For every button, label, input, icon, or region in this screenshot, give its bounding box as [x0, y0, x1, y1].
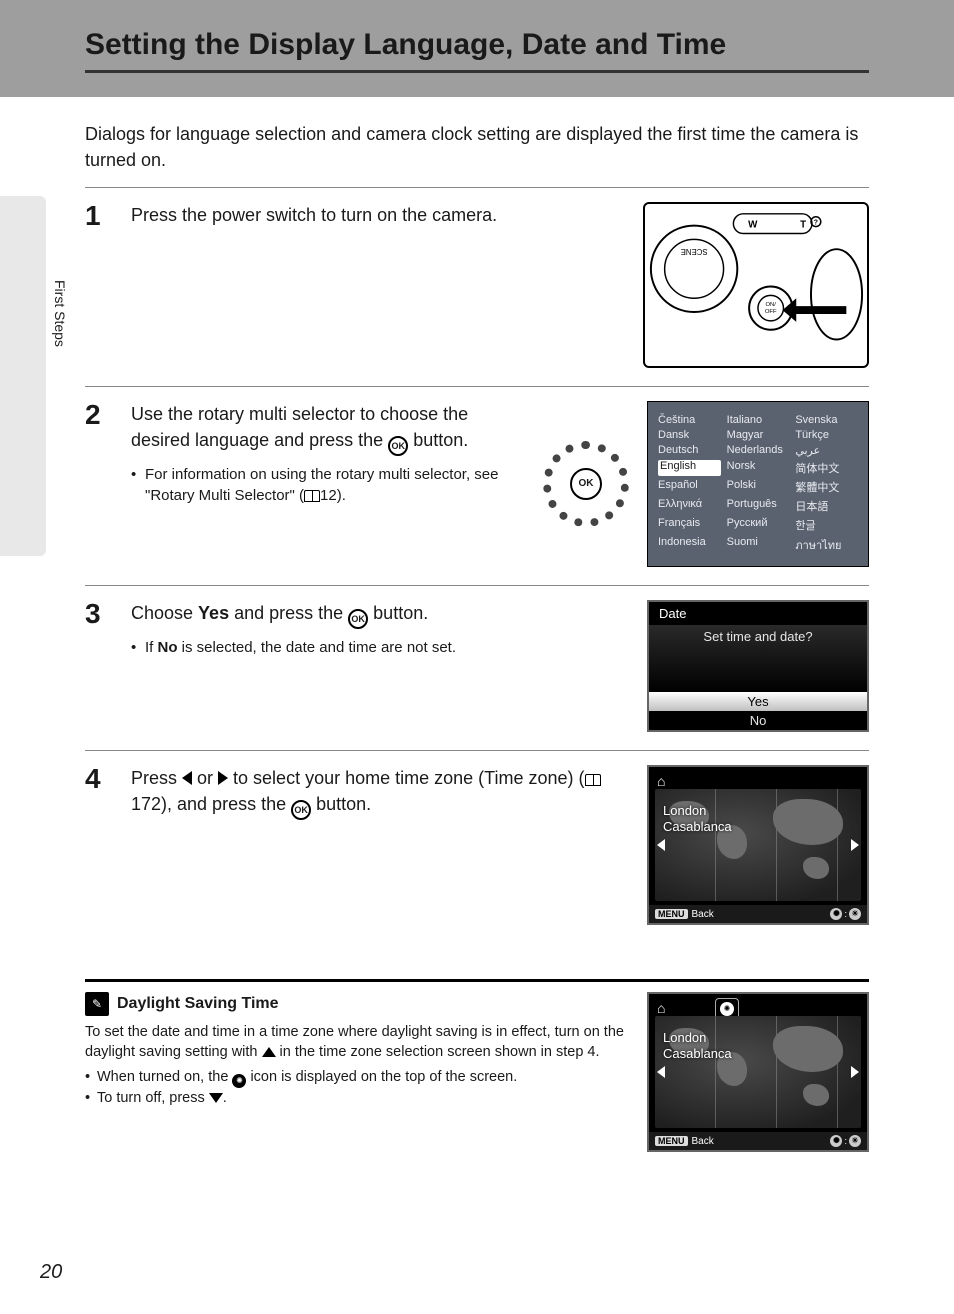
date-screen-yes: Yes: [649, 692, 867, 711]
timezone-screen: ⌂ London Casablanca MENU Back ✺:☀: [647, 765, 869, 925]
language-option: Magyar: [727, 429, 790, 441]
language-option: Norsk: [727, 460, 790, 476]
note-bullet-2: To turn off, press .: [85, 1088, 629, 1109]
svg-text:ON/: ON/: [765, 302, 776, 308]
side-tab: [0, 196, 46, 556]
menu-badge: MENU: [655, 909, 688, 919]
language-option: 한글: [795, 517, 858, 533]
svg-text:T: T: [800, 220, 806, 231]
language-option: 简体中文: [795, 460, 858, 476]
dst-icon: ✺: [232, 1074, 246, 1088]
camera-top-illustration: SCENE ON/ OFF W T ?: [643, 202, 869, 368]
language-option: ภาษาไทย: [795, 536, 858, 554]
tz-back-label: Back: [692, 909, 831, 920]
step-3-text: Choose Yes and press the OK button.: [131, 600, 635, 629]
home-icon: ⌂: [657, 1000, 665, 1016]
tz-city-1: London: [663, 803, 706, 818]
language-option: Türkçe: [795, 429, 858, 441]
page-number: 20: [40, 1261, 62, 1284]
language-option: Suomi: [727, 536, 790, 554]
language-option: 日本語: [795, 498, 858, 514]
language-screen: Čeština Italiano Svenska Dansk Magyar Türkçe D…: [647, 401, 869, 567]
language-option: عربي: [795, 444, 858, 457]
language-option: Čeština: [658, 414, 721, 426]
tz-city-2: Casablanca: [663, 1046, 732, 1061]
step-4-number: 4: [85, 765, 131, 793]
note-text: To set the date and time in a time zone …: [85, 1022, 629, 1063]
step-2: 2 Use the rotary multi selector to choos…: [85, 386, 869, 585]
tz-dst-toggle-icon: ✺: [830, 1135, 842, 1147]
ok-icon: OK: [291, 800, 311, 820]
svg-text:W: W: [748, 220, 758, 231]
note-title: Daylight Saving Time: [117, 995, 279, 1013]
language-option: Polski: [727, 479, 790, 495]
date-screen: Date Set time and date? Yes No: [647, 600, 869, 732]
tz-sun-icon: ☀: [849, 908, 861, 920]
rotary-ok-icon: OK: [570, 468, 602, 500]
svg-text:SCENE: SCENE: [681, 247, 708, 256]
tz-left-arrow-icon: [657, 839, 665, 851]
tz-sun-icon: ☀: [849, 1135, 861, 1147]
page-title: Setting the Display Language, Date and T…: [85, 28, 869, 70]
language-option: Français: [658, 517, 721, 533]
step-4: 4 Press or to select your home time zone…: [85, 750, 869, 943]
step-1-text: Press the power switch to turn on the ca…: [131, 202, 631, 228]
language-option: 繁體中文: [795, 479, 858, 495]
left-arrow-icon: [182, 771, 192, 785]
language-option: Ελληνικά: [658, 498, 721, 514]
tz-left-arrow-icon: [657, 1066, 665, 1078]
header-band: Setting the Display Language, Date and T…: [0, 0, 954, 97]
daylight-saving-note: ✎ Daylight Saving Time To set the date a…: [85, 979, 869, 1152]
note-icon: ✎: [85, 992, 109, 1016]
language-option: Русский: [727, 517, 790, 533]
svg-text:?: ?: [814, 220, 818, 227]
tz-dst-toggle-icon: ✺: [830, 908, 842, 920]
up-arrow-icon: [262, 1047, 276, 1057]
step-1-number: 1: [85, 202, 131, 230]
ok-icon: OK: [348, 609, 368, 629]
svg-text:OFF: OFF: [765, 309, 777, 315]
timezone-screen-dst: ⌂ ✺ London Casablanca MENU Back: [647, 992, 869, 1152]
tz-city-2: Casablanca: [663, 819, 732, 834]
date-screen-prompt: Set time and date?: [649, 625, 867, 692]
side-label: First Steps: [52, 280, 68, 347]
tz-back-label: Back: [692, 1136, 831, 1147]
home-icon: ⌂: [657, 773, 665, 789]
language-option: Nederlands: [727, 444, 790, 457]
date-screen-no: No: [649, 711, 867, 730]
step-3-sub: If No is selected, the date and time are…: [131, 637, 635, 658]
language-option: Deutsch: [658, 444, 721, 457]
date-screen-title: Date: [649, 602, 867, 625]
tz-right-arrow-icon: [851, 839, 859, 851]
step-3-number: 3: [85, 600, 131, 628]
book-icon: [585, 774, 601, 786]
note-bullet-1: When turned on, the ✺ icon is displayed …: [85, 1067, 629, 1088]
step-2-text: Use the rotary multi selector to choose …: [131, 401, 531, 456]
rotary-selector-illustration: OK: [543, 441, 629, 527]
down-arrow-icon: [209, 1093, 223, 1103]
step-2-number: 2: [85, 401, 131, 429]
language-option: Italiano: [727, 414, 790, 426]
tz-right-arrow-icon: [851, 1066, 859, 1078]
step-1: 1 Press the power switch to turn on the …: [85, 187, 869, 386]
step-3: 3 Choose Yes and press the OK button. If…: [85, 585, 869, 750]
language-option: Svenska: [795, 414, 858, 426]
step-2-sub: For information on using the rotary mult…: [131, 464, 531, 506]
language-option: Español: [658, 479, 721, 495]
right-arrow-icon: [218, 771, 228, 785]
menu-badge: MENU: [655, 1136, 688, 1146]
book-icon: [304, 490, 320, 502]
intro-text: Dialogs for language selection and camer…: [85, 121, 869, 173]
tz-city-1: London: [663, 1030, 706, 1045]
ok-icon: OK: [388, 436, 408, 456]
language-option: English: [658, 460, 721, 476]
step-4-text: Press or to select your home time zone (…: [131, 765, 635, 820]
language-option: Indonesia: [658, 536, 721, 554]
language-option: Dansk: [658, 429, 721, 441]
language-option: Português: [727, 498, 790, 514]
